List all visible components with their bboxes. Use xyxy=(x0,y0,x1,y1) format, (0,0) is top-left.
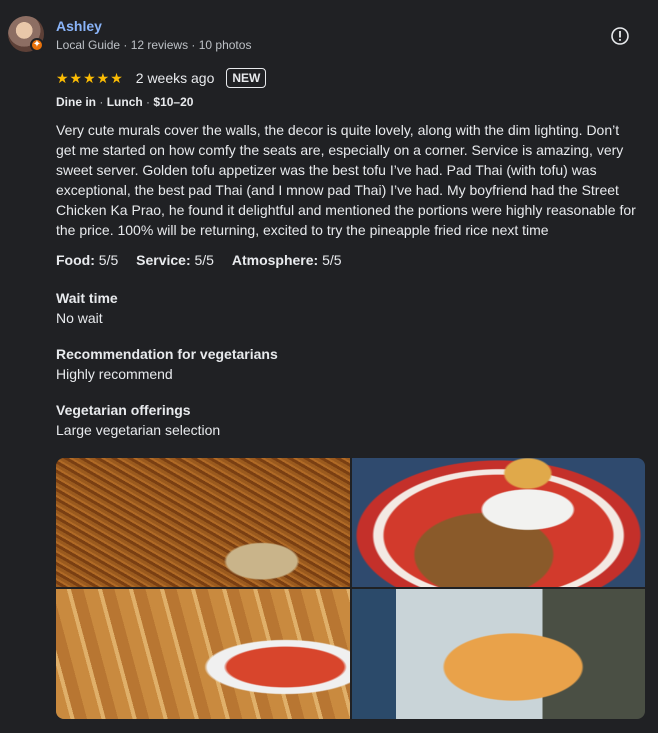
sub-ratings: Food: 5/5 Service: 5/5 Atmosphere: 5/5 xyxy=(56,252,342,268)
new-badge: NEW xyxy=(226,68,267,88)
wait-time-section: Wait time No wait xyxy=(56,288,118,328)
review-date: 2 weeks ago xyxy=(135,70,215,86)
iced-drink-photo[interactable] xyxy=(352,589,645,719)
review-text: Very cute murals cover the walls, the de… xyxy=(56,122,636,238)
ka-prao-photo[interactable] xyxy=(352,458,645,587)
pad-thai-photo[interactable] xyxy=(56,458,350,587)
section-value: Large vegetarian selection xyxy=(56,422,221,438)
section-heading: Wait time xyxy=(56,290,118,306)
section-heading: Vegetarian offerings xyxy=(56,402,191,418)
vegetarian-offerings-section: Vegetarian offerings Large vegetarian se… xyxy=(56,400,220,440)
score-value-service: 5/5 xyxy=(194,252,214,268)
report-icon[interactable] xyxy=(610,26,630,46)
tag-meal: Lunch xyxy=(106,95,143,109)
golden-tofu-photo[interactable] xyxy=(56,589,350,719)
section-heading: Recommendation for vegetarians xyxy=(56,346,278,362)
visit-tags: Dine in · Lunch · $10–20 xyxy=(56,95,194,109)
star-rating: ★★★★★ xyxy=(56,69,124,86)
score-label-food: Food: xyxy=(56,252,95,268)
section-value: Highly recommend xyxy=(56,366,173,382)
score-value-food: 5/5 xyxy=(98,252,119,268)
tag-price: $10–20 xyxy=(153,95,194,109)
score-label-atmosphere: Atmosphere: xyxy=(231,252,319,268)
section-value: No wait xyxy=(56,310,103,326)
vegetarian-recommendation-section: Recommendation for vegetarians Highly re… xyxy=(56,344,278,384)
local-guide-badge-icon: ✦ xyxy=(30,38,44,52)
reviewer-name[interactable]: Ashley xyxy=(56,18,102,34)
score-label-service: Service: xyxy=(136,252,191,268)
reviewer-meta: Local Guide · 12 reviews · 10 photos xyxy=(56,38,252,52)
tag-dine-in: Dine in xyxy=(56,95,97,109)
review-photos xyxy=(56,458,645,719)
score-value-atmosphere: 5/5 xyxy=(322,252,342,268)
rating-row: ★★★★★ 2 weeks ago NEW xyxy=(56,66,267,90)
